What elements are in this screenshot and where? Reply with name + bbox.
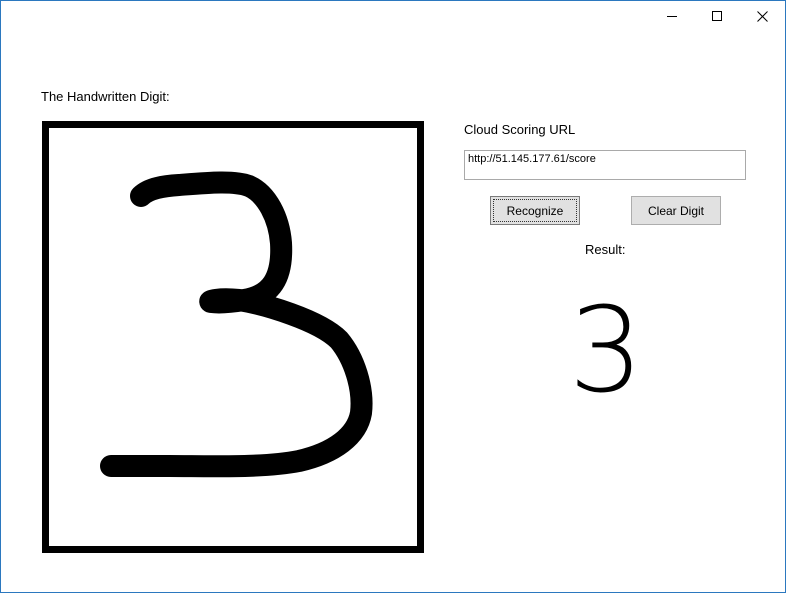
app-window: The Handwritten Digit: Cloud Scoring URL… xyxy=(0,0,786,593)
drawing-canvas[interactable] xyxy=(42,121,424,553)
canvas-label: The Handwritten Digit: xyxy=(41,89,170,104)
close-icon xyxy=(756,10,768,22)
minimize-button[interactable] xyxy=(649,1,695,31)
title-bar xyxy=(1,1,785,31)
close-button[interactable] xyxy=(739,1,785,31)
maximize-button[interactable] xyxy=(694,1,740,31)
handwritten-digit-stroke xyxy=(100,171,373,478)
result-label: Result: xyxy=(585,242,626,257)
recognize-button[interactable]: Recognize xyxy=(490,196,580,225)
scoring-url-input[interactable]: http://51.145.177.61/score xyxy=(464,150,746,180)
clear-digit-button[interactable]: Clear Digit xyxy=(631,196,721,225)
result-value: 3 xyxy=(568,281,644,419)
minimize-icon xyxy=(667,11,677,21)
maximize-icon xyxy=(712,11,722,21)
scoring-url-label: Cloud Scoring URL xyxy=(464,122,576,137)
